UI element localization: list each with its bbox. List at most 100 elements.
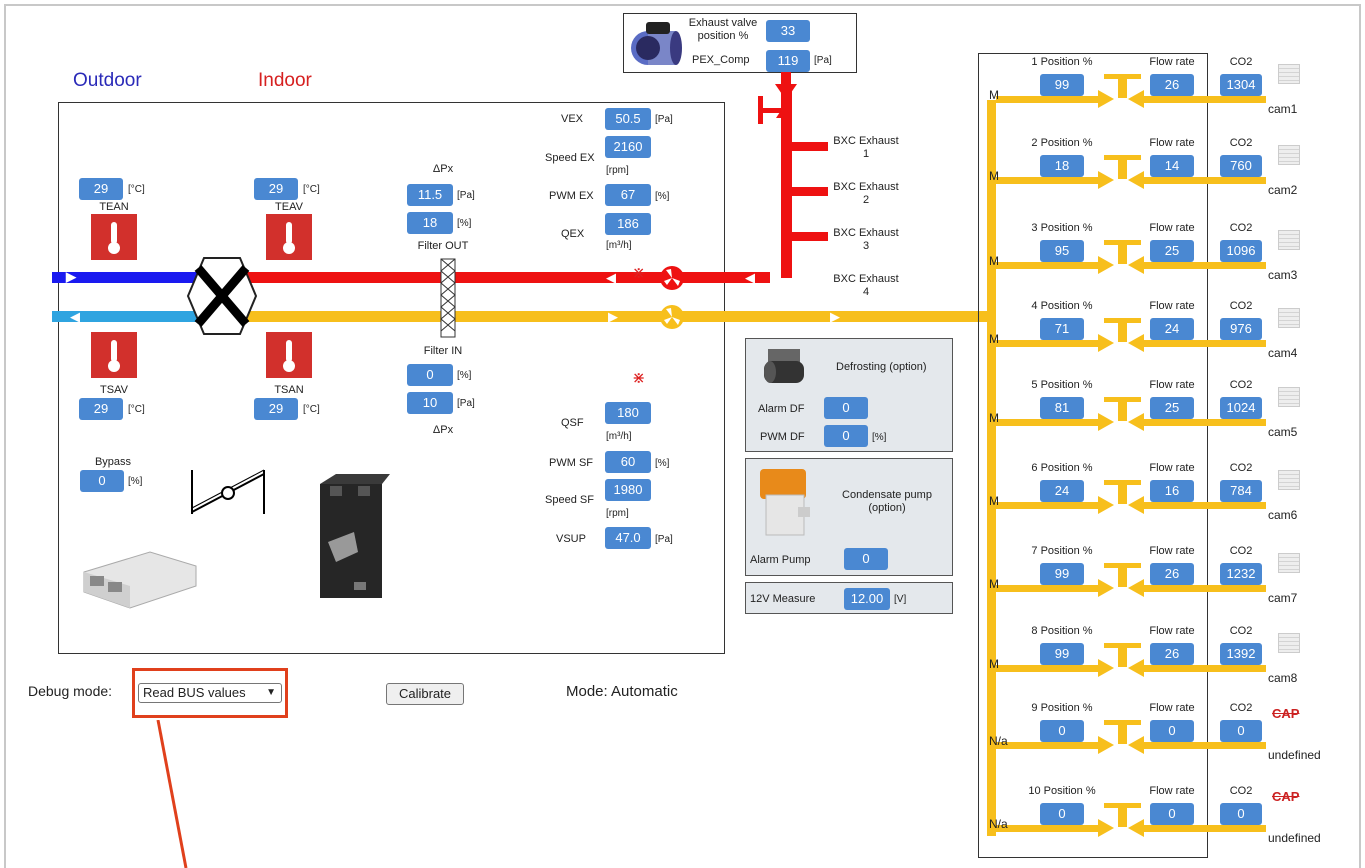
- zone-co2-value: 0: [1220, 803, 1262, 825]
- zone-position-label: 7 Position %: [1031, 545, 1093, 557]
- thermometer-icon: [91, 214, 137, 260]
- zone-co2-value: 0: [1220, 720, 1262, 742]
- zone-camera-label: cam8: [1268, 671, 1298, 685]
- pwm-ex-unit: [%]: [655, 191, 670, 202]
- supply-riser-duct: [987, 100, 996, 836]
- zone-position-label: 9 Position %: [1031, 702, 1093, 714]
- zone-position-label: 4 Position %: [1031, 300, 1093, 312]
- speed-sf-value: 1980: [605, 479, 651, 501]
- pwm-ex-value: 67: [605, 184, 651, 206]
- bxc-exhaust-1-label: BXC Exhaust 1: [833, 135, 899, 160]
- zone-camera-icon: [1278, 387, 1300, 407]
- supply-fan-icon: [659, 304, 685, 330]
- thermometer-icon: [266, 332, 312, 378]
- zone-mode-label: M: [989, 494, 999, 508]
- filter-out-dpx-label: ΔPx: [432, 163, 454, 175]
- indoor-label: Indoor: [258, 70, 312, 91]
- zone-co2-label: CO2: [1229, 462, 1253, 474]
- filter-icon: [440, 258, 456, 338]
- zone-flow-label: Flow rate: [1149, 462, 1195, 474]
- arrow-left-icon: [1128, 496, 1144, 514]
- qex-unit: [m³/h]: [606, 240, 632, 251]
- arrow-left-icon: [1128, 736, 1144, 754]
- bxc-duct-1: [792, 142, 828, 151]
- zone-co2-value: 1392: [1220, 643, 1262, 665]
- arrow-right-icon: [1098, 413, 1114, 431]
- zone-co2-value: 784: [1220, 480, 1262, 502]
- zone-valve-cap: [1104, 563, 1141, 568]
- zone-camera-label: cam6: [1268, 508, 1298, 522]
- cap-disabled-icon: CAP: [1272, 789, 1300, 804]
- zone-position-label: 3 Position %: [1031, 222, 1093, 234]
- vsup-label: VSUP: [556, 533, 586, 545]
- zone-valve-stem: [1118, 157, 1127, 179]
- zone-flow-value: 26: [1150, 643, 1194, 665]
- vex-value: 50.5: [605, 108, 651, 130]
- arrow-right-icon: [1098, 659, 1114, 677]
- zone-branch-duct: [996, 585, 1104, 592]
- zone-position-value: 99: [1040, 563, 1084, 585]
- bxc-exhaust-3-label: BXC Exhaust 3: [833, 227, 899, 252]
- zone-position-label: 6 Position %: [1031, 462, 1093, 474]
- zone-flow-label: Flow rate: [1149, 300, 1195, 312]
- zone-branch-duct: [996, 262, 1104, 269]
- vex-unit: [Pa]: [655, 114, 673, 125]
- zone-co2-value: 976: [1220, 318, 1262, 340]
- zone-co2-label: CO2: [1229, 56, 1253, 68]
- vex-label: VEX: [561, 113, 584, 125]
- filter-out-pct-value: 18: [407, 212, 453, 234]
- tsan-value: 29: [254, 398, 298, 420]
- cap-disabled-icon: CAP: [1272, 706, 1300, 721]
- zone-valve-stem: [1118, 320, 1127, 342]
- exhaust-valve-label: Exhaust valve position %: [688, 17, 758, 42]
- zone-valve-stem: [1118, 722, 1127, 744]
- zone-branch-duct: [996, 96, 1104, 103]
- zone-flow-label: Flow rate: [1149, 222, 1195, 234]
- zone-co2-label: CO2: [1229, 785, 1253, 797]
- zone-branch-duct: [996, 419, 1104, 426]
- filter-out-label: Filter OUT: [417, 240, 469, 252]
- arrow-right-icon: [1098, 819, 1114, 837]
- zone-return-duct: [1140, 177, 1266, 184]
- zone-co2-label: CO2: [1229, 137, 1253, 149]
- zone-valve-stem: [1118, 565, 1127, 587]
- zone-co2-label: CO2: [1229, 222, 1253, 234]
- zone-co2-value: 1232: [1220, 563, 1262, 585]
- zone-flow-value: 14: [1150, 155, 1194, 177]
- zone-flow-value: 0: [1150, 803, 1194, 825]
- zone-position-value: 71: [1040, 318, 1084, 340]
- zone-camera-label: cam7: [1268, 591, 1298, 605]
- bxc-duct-3: [792, 232, 828, 241]
- zone-mode-label: N/a: [989, 734, 1008, 748]
- calibrate-button[interactable]: Calibrate: [386, 683, 464, 705]
- tsan-unit: [°C]: [303, 404, 320, 415]
- arrow-left-icon: ◀: [70, 309, 80, 324]
- zone-position-value: 99: [1040, 74, 1084, 96]
- heat-exchanger-icon: [186, 256, 258, 336]
- debug-mode-label: Debug mode:: [28, 683, 113, 699]
- zone-flow-label: Flow rate: [1149, 545, 1195, 557]
- zone-position-value: 95: [1040, 240, 1084, 262]
- qex-label: QEX: [561, 228, 585, 240]
- arrow-left-icon: [1128, 579, 1144, 597]
- filter-in-dpx-label: ΔPx: [432, 424, 454, 436]
- condensate-panel: Condensate pump (option) Alarm Pump 0: [745, 458, 953, 576]
- arrow-right-icon: ▶: [66, 269, 76, 284]
- debug-mode-select[interactable]: Read BUS values ▼: [138, 683, 282, 703]
- zone-branch-duct: [996, 340, 1104, 347]
- zone-return-duct: [1140, 742, 1266, 749]
- pwm-df-unit: [%]: [872, 432, 887, 443]
- teav-unit: [°C]: [303, 184, 320, 195]
- zone-branch-duct: [996, 825, 1104, 832]
- zone-position-label: 1 Position %: [1031, 56, 1093, 68]
- arrow-right-icon: ▶: [608, 309, 618, 324]
- zone-position-value: 99: [1040, 643, 1084, 665]
- qsf-value: 180: [605, 402, 651, 424]
- 12v-measure-unit: [V]: [894, 594, 907, 605]
- tean-label: TEAN: [99, 201, 129, 213]
- arrow-right-icon: [1098, 736, 1114, 754]
- zone-camera-icon: [1278, 633, 1300, 653]
- zone-co2-value: 1096: [1220, 240, 1262, 262]
- zone-camera-label: cam1: [1268, 102, 1298, 116]
- zone-camera-label: cam2: [1268, 183, 1298, 197]
